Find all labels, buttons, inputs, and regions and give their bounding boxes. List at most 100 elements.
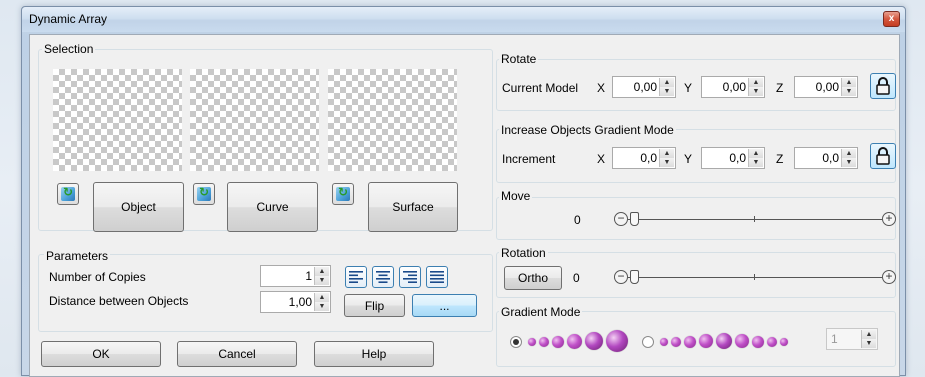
- align-center-button[interactable]: [372, 266, 394, 288]
- gradient-option-symmetric-radio[interactable]: [642, 336, 654, 348]
- align-left-button[interactable]: [345, 266, 367, 288]
- rotation-slider-thumb[interactable]: [630, 270, 639, 284]
- rotation-slider-track[interactable]: [628, 277, 882, 278]
- gradient-dot: [606, 330, 628, 352]
- gradient-dot: [585, 332, 603, 350]
- increase-x-arrows[interactable]: ▲ ▼: [659, 149, 674, 167]
- align-right-button[interactable]: [399, 266, 421, 288]
- rotation-minus-icon[interactable]: −: [614, 270, 628, 284]
- object-preview: [53, 69, 182, 171]
- align-left-icon: [349, 271, 363, 283]
- parameters-label: Parameters: [44, 249, 111, 263]
- gradient-dot: [671, 337, 681, 347]
- rotate-z-stepper[interactable]: 0,00 ▲ ▼: [794, 76, 858, 98]
- lock-icon: [876, 77, 890, 95]
- cancel-button[interactable]: Cancel: [177, 341, 297, 367]
- increase-z-value: 0,0: [822, 151, 839, 165]
- refresh-icon: [61, 185, 75, 201]
- flip-button[interactable]: Flip: [344, 294, 405, 317]
- gradient-dot: [780, 338, 788, 346]
- rotation-value: 0: [573, 271, 580, 285]
- distance-value: 1,00: [288, 295, 312, 309]
- move-slider-tick: [754, 216, 755, 222]
- move-value: 0: [574, 213, 581, 227]
- copies-label: Number of Copies: [49, 270, 146, 284]
- gradient-dot: [567, 334, 582, 349]
- distance-stepper[interactable]: 1,00 ▲ ▼: [260, 291, 331, 313]
- rotation-plus-icon[interactable]: +: [882, 270, 896, 284]
- pick-curve-icon[interactable]: [193, 183, 215, 205]
- align-justify-button[interactable]: [426, 266, 448, 288]
- gradient-dot: [660, 338, 668, 346]
- gradient-dot: [735, 334, 749, 348]
- gradient-dot: [539, 337, 549, 347]
- gradient-count-value: 1: [831, 332, 838, 346]
- rotate-x-stepper[interactable]: 0,00 ▲ ▼: [612, 76, 676, 98]
- copies-arrows[interactable]: ▲ ▼: [314, 267, 329, 285]
- increase-z-label: Z: [776, 152, 784, 166]
- move-plus-icon[interactable]: +: [882, 212, 896, 226]
- gradient-dot: [552, 336, 564, 348]
- curve-button[interactable]: Curve: [227, 182, 318, 232]
- increase-y-arrows[interactable]: ▲ ▼: [748, 149, 763, 167]
- increase-x-value: 0,0: [640, 151, 657, 165]
- rotate-label: Rotate: [499, 52, 539, 66]
- increase-z-arrows[interactable]: ▲ ▼: [841, 149, 856, 167]
- gradient-dot: [767, 337, 777, 347]
- title-bar[interactable]: Dynamic Array x: [22, 7, 905, 32]
- gradient-dot: [699, 334, 713, 348]
- rotate-y-arrows[interactable]: ▲ ▼: [748, 78, 763, 96]
- pick-surface-icon[interactable]: [332, 183, 354, 205]
- rotate-x-arrows[interactable]: ▲ ▼: [659, 78, 674, 96]
- gradient-dot: [684, 336, 696, 348]
- rotate-x-label: X: [597, 81, 606, 95]
- align-center-icon: [376, 271, 390, 283]
- surface-button[interactable]: Surface: [368, 182, 458, 232]
- move-slider-thumb[interactable]: [630, 212, 639, 226]
- ortho-button[interactable]: Ortho: [504, 266, 562, 290]
- gradient-count-arrows[interactable]: ▲ ▼: [861, 330, 876, 348]
- gradient-dot: [528, 338, 536, 346]
- dialog-window: Dynamic Array x Selection Object Curve S…: [21, 6, 906, 377]
- pick-object-icon[interactable]: [57, 183, 79, 205]
- help-button[interactable]: Help: [314, 341, 434, 367]
- selection-label: Selection: [42, 42, 96, 56]
- close-button[interactable]: x: [883, 11, 900, 27]
- increase-lock-button[interactable]: [870, 143, 896, 169]
- increase-y-value: 0,0: [729, 151, 746, 165]
- rotate-z-arrows[interactable]: ▲ ▼: [841, 78, 856, 96]
- increase-z-stepper[interactable]: 0,0 ▲ ▼: [794, 147, 858, 169]
- ok-button[interactable]: OK: [41, 341, 161, 367]
- refresh-icon: [197, 185, 211, 201]
- increase-x-stepper[interactable]: 0,0 ▲ ▼: [612, 147, 676, 169]
- dialog-client: Selection Object Curve Surface Parameter…: [29, 34, 900, 377]
- rotate-y-stepper[interactable]: 0,00 ▲ ▼: [701, 76, 765, 98]
- rotate-z-label: Z: [776, 81, 784, 95]
- rotate-mode-label: Current Model: [502, 81, 579, 95]
- lock-icon: [876, 147, 890, 165]
- rotation-label: Rotation: [499, 246, 548, 260]
- move-slider-track[interactable]: [628, 219, 882, 220]
- gradient-option-increasing-radio[interactable]: [510, 336, 522, 348]
- increase-x-label: X: [597, 152, 606, 166]
- curve-preview: [190, 69, 319, 171]
- rotate-lock-button[interactable]: [870, 73, 896, 99]
- move-label: Move: [499, 189, 533, 203]
- increase-y-label: Y: [684, 152, 693, 166]
- copies-value: 1: [305, 269, 312, 283]
- increase-y-stepper[interactable]: 0,0 ▲ ▼: [701, 147, 765, 169]
- distance-arrows[interactable]: ▲ ▼: [314, 293, 329, 311]
- move-minus-icon[interactable]: −: [614, 212, 628, 226]
- rotate-y-label: Y: [684, 81, 693, 95]
- more-button[interactable]: ...: [412, 294, 477, 317]
- copies-stepper[interactable]: 1 ▲ ▼: [260, 265, 331, 287]
- refresh-icon: [336, 185, 350, 201]
- gradient-dot: [716, 333, 732, 349]
- object-button[interactable]: Object: [93, 182, 184, 232]
- rotate-y-value: 0,00: [722, 80, 746, 94]
- gradient-count-stepper[interactable]: 1 ▲ ▼: [826, 328, 878, 350]
- surface-preview: [328, 69, 457, 171]
- rotate-z-value: 0,00: [815, 80, 839, 94]
- increase-label: Increase Objects Gradient Mode: [499, 123, 676, 137]
- align-right-icon: [403, 271, 417, 283]
